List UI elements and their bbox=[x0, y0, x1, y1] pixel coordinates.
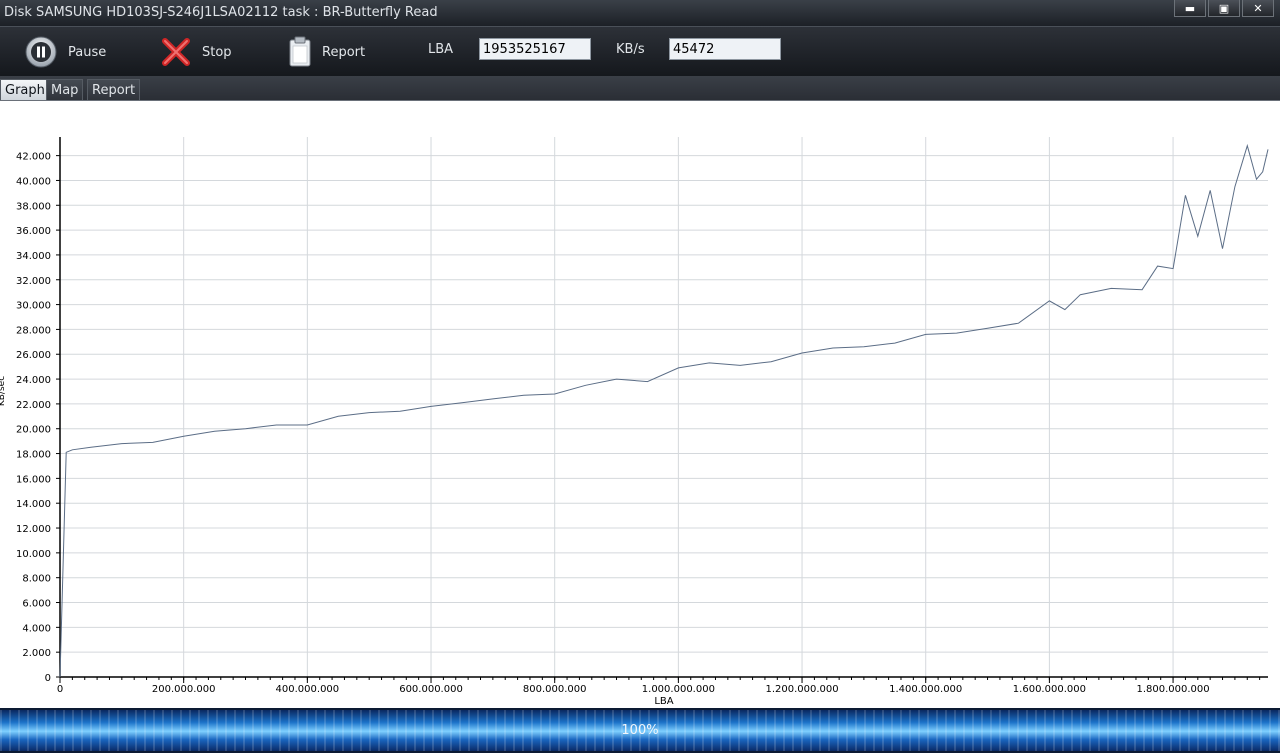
toolbar: Pause Stop Report LBA KB/s bbox=[0, 26, 1280, 77]
x-tick-label: 1.000.000.000 bbox=[642, 684, 715, 695]
y-tick-label: 28.000 bbox=[16, 325, 51, 336]
x-tick-label: 400.000.000 bbox=[276, 684, 340, 695]
y-tick-label: 42.000 bbox=[16, 152, 51, 163]
y-tick-label: 32.000 bbox=[16, 276, 51, 287]
pause-icon bbox=[25, 36, 57, 68]
y-tick-label: 36.000 bbox=[16, 226, 51, 237]
y-tick-label: 12.000 bbox=[16, 524, 51, 535]
y-tick-label: 38.000 bbox=[16, 201, 51, 212]
x-tick-label: 800.000.000 bbox=[523, 684, 587, 695]
stop-button[interactable]: Stop bbox=[160, 27, 232, 77]
x-axis-label: LBA bbox=[654, 696, 673, 707]
kbs-field[interactable] bbox=[669, 38, 781, 60]
lba-label: LBA bbox=[428, 42, 454, 57]
lba-field[interactable] bbox=[479, 38, 591, 60]
y-tick-label: 26.000 bbox=[16, 350, 51, 361]
x-tick-label: 200.000.000 bbox=[152, 684, 216, 695]
y-tick-label: 16.000 bbox=[16, 474, 51, 485]
y-tick-label: 2.000 bbox=[22, 648, 51, 659]
minimize-icon[interactable]: ▬ bbox=[1174, 0, 1206, 17]
y-tick-label: 4.000 bbox=[22, 623, 51, 634]
stop-x-icon bbox=[162, 38, 190, 66]
speed-chart: 0 2.000 4.000 6.000 8.000 10.000 12.000 14.000 1… bbox=[0, 137, 1269, 707]
window-title: Disk SAMSUNG HD103SJ-S246J1LSA02112 task… bbox=[4, 5, 438, 20]
tab-report[interactable]: Report bbox=[87, 79, 141, 100]
window-controls: ▬ ▣ ✕ bbox=[1174, 0, 1274, 17]
pause-label: Pause bbox=[68, 44, 107, 60]
y-tick-label: 34.000 bbox=[16, 251, 51, 262]
y-tick-label: 40.000 bbox=[16, 176, 51, 187]
y-tick-label: 14.000 bbox=[16, 499, 51, 510]
progress-text: 100% bbox=[621, 723, 659, 738]
x-tick-label: 0 bbox=[57, 684, 63, 695]
status-bar: 100% bbox=[0, 708, 1280, 753]
stop-label: Stop bbox=[202, 44, 232, 60]
x-tick-label: 1.400.000.000 bbox=[889, 684, 962, 695]
tab-graph[interactable]: Graph bbox=[0, 79, 50, 100]
title-bar: Disk SAMSUNG HD103SJ-S246J1LSA02112 task… bbox=[0, 0, 1280, 26]
report-button[interactable]: Report bbox=[288, 27, 365, 77]
graph-panel: 0 2.000 4.000 6.000 8.000 10.000 12.000 14.000 1… bbox=[0, 101, 1280, 708]
restore-icon[interactable]: ▣ bbox=[1208, 0, 1240, 17]
close-icon[interactable]: ✕ bbox=[1242, 0, 1274, 17]
kbs-label: KB/s bbox=[616, 42, 645, 57]
x-tick-label: 1.200.000.000 bbox=[765, 684, 838, 695]
y-tick-label: 20.000 bbox=[16, 425, 51, 436]
x-tick-label: 600.000.000 bbox=[399, 684, 463, 695]
y-tick-label: 18.000 bbox=[16, 450, 51, 461]
y-tick-label: 24.000 bbox=[16, 375, 51, 386]
y-tick-label: 6.000 bbox=[22, 599, 51, 610]
report-label: Report bbox=[322, 44, 366, 60]
y-axis-label: KB/sec bbox=[0, 376, 7, 406]
y-tick-label: 8.000 bbox=[22, 574, 51, 585]
tab-map[interactable]: Map bbox=[46, 79, 84, 100]
y-tick-label: 22.000 bbox=[16, 400, 51, 411]
y-tick-label: 10.000 bbox=[16, 549, 51, 560]
x-tick-label: 1.800.000.000 bbox=[1136, 684, 1209, 695]
clipboard-icon bbox=[289, 36, 311, 67]
y-tick-label: 30.000 bbox=[16, 301, 51, 312]
x-tick-label: 1.600.000.000 bbox=[1013, 684, 1086, 695]
pause-button[interactable]: Pause bbox=[24, 27, 106, 77]
tab-bar: Graph Map Report bbox=[0, 76, 1280, 101]
y-tick-label: 0 bbox=[45, 673, 51, 684]
speed-series-line bbox=[59, 143, 1269, 678]
